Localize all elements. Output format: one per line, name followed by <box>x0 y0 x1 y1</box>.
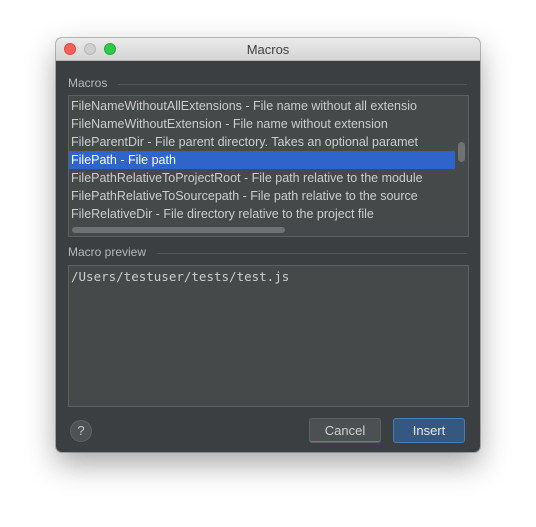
list-item[interactable]: FileNameWithoutAllExtensions - File name… <box>69 97 455 115</box>
list-item[interactable]: FilePathRelativeToSourcepath - File path… <box>69 187 455 205</box>
section-divider <box>157 253 467 254</box>
title-bar: Macros <box>56 38 480 61</box>
macro-preview-label: Macro preview <box>68 245 147 259</box>
insert-button[interactable]: Insert <box>393 418 465 443</box>
macros-section-label: Macros <box>68 76 108 90</box>
macro-preview-text: /Users/testuser/tests/test.js <box>71 269 290 284</box>
section-divider <box>118 84 467 85</box>
list-item-selected[interactable]: FilePath - File path <box>69 151 455 169</box>
macro-preview-area[interactable]: /Users/testuser/tests/test.js <box>68 265 469 407</box>
list-item[interactable]: FileParentDir - File parent directory. T… <box>69 133 455 151</box>
help-button[interactable]: ? <box>70 420 92 442</box>
vertical-scroll-thumb[interactable] <box>458 142 465 162</box>
horizontal-scroll-thumb[interactable] <box>72 227 285 233</box>
macros-list[interactable]: FileNameWithoutAllExtensions - File name… <box>68 95 469 237</box>
list-item[interactable]: FileNameWithoutExtension - File name wit… <box>69 115 455 133</box>
window-title: Macros <box>246 42 290 57</box>
vertical-scrollbar[interactable] <box>456 96 468 236</box>
cancel-button[interactable]: Cancel <box>309 418 381 443</box>
list-item[interactable]: FileRelativeDir - File directory relativ… <box>69 205 455 223</box>
list-item[interactable]: FilePathRelativeToProjectRoot - File pat… <box>69 169 455 187</box>
macros-dialog: Macros Macros FileNameWithoutAllExtensio… <box>56 38 480 452</box>
